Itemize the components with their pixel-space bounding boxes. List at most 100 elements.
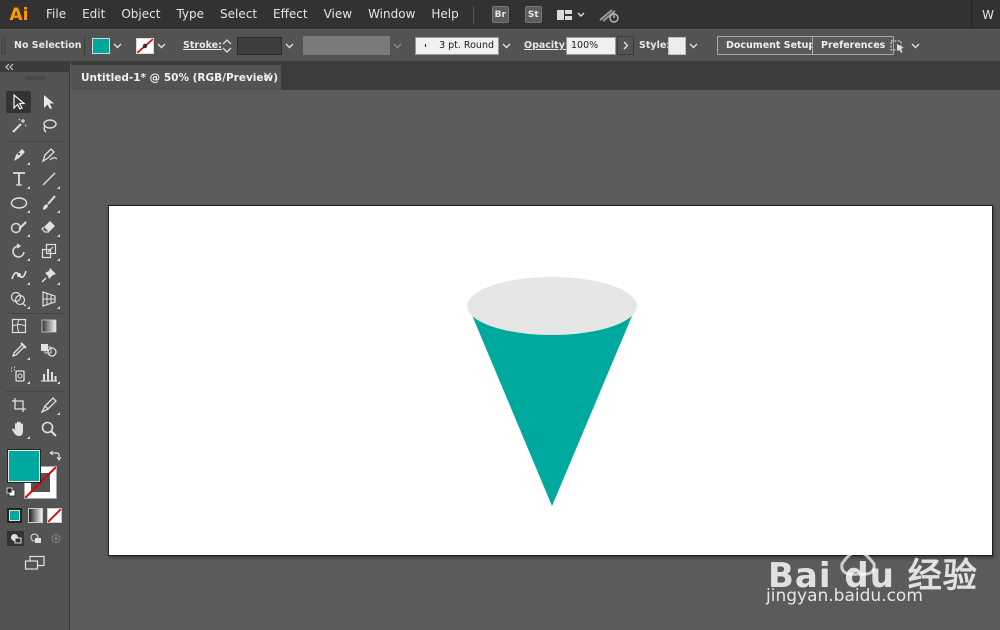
opacity-flyout-button[interactable] <box>617 36 634 55</box>
gradient-mode-button[interactable] <box>28 508 43 523</box>
blend-icon <box>40 344 57 357</box>
eraser-tool[interactable] <box>36 216 61 238</box>
control-grip[interactable] <box>0 30 8 61</box>
opacity-input[interactable]: 100% <box>566 36 616 55</box>
magic-wand-icon <box>11 118 26 133</box>
menu-type[interactable]: Type <box>168 0 212 29</box>
brush-definition-dropdown[interactable] <box>499 37 514 55</box>
variable-width-profile[interactable] <box>303 30 405 61</box>
scale-tool[interactable] <box>36 240 61 262</box>
perspective-grid-tool[interactable] <box>36 288 61 310</box>
direct-selection-arrow-icon <box>43 95 54 109</box>
curvature-tool[interactable] <box>36 144 61 166</box>
stock-button[interactable]: St <box>524 6 542 23</box>
artboard-tool[interactable] <box>6 394 31 416</box>
column-graph-tool[interactable] <box>36 363 61 385</box>
scale-icon <box>41 243 56 259</box>
draw-behind-button[interactable] <box>27 531 44 546</box>
menu-bar: Ai File Edit Object Type Select Effect V… <box>0 0 1000 29</box>
draw-inside-button[interactable] <box>47 531 64 546</box>
menu-select[interactable]: Select <box>212 0 265 29</box>
stroke-color-control[interactable] <box>136 30 169 61</box>
blend-tool[interactable] <box>36 339 61 361</box>
watermark: Bai du 经验 jingyan.baidu.com <box>764 518 1000 630</box>
chevron-down-icon <box>911 43 920 48</box>
draw-normal-button[interactable] <box>7 531 24 546</box>
menu-object[interactable]: Object <box>113 0 168 29</box>
bridge-button[interactable]: Br <box>491 6 509 23</box>
paintbrush-tool[interactable] <box>36 192 61 214</box>
menu-separator <box>472 5 474 24</box>
shape-builder-tool[interactable] <box>6 288 31 310</box>
hand-tool[interactable] <box>6 418 31 440</box>
fill-swatch[interactable] <box>92 37 110 54</box>
document-setup-button[interactable]: Document Setup <box>717 36 825 55</box>
document-tab[interactable]: Untitled-1* @ 50% (RGB/Preview) ✕ <box>71 65 281 90</box>
stroke-weight-dropdown[interactable] <box>282 37 297 55</box>
menu-help[interactable]: Help <box>423 0 466 29</box>
zoom-tool[interactable] <box>36 418 61 440</box>
magic-wand-tool[interactable] <box>6 115 31 137</box>
eyedropper-icon <box>11 342 27 358</box>
eyedropper-tool[interactable] <box>6 339 31 361</box>
ellipse-tool[interactable] <box>6 192 31 214</box>
selection-tool[interactable] <box>6 91 31 113</box>
isolate-dropdown[interactable] <box>908 37 923 55</box>
fill-dropdown[interactable] <box>110 37 125 55</box>
type-tool[interactable] <box>6 168 31 190</box>
menu-file[interactable]: File <box>38 0 74 29</box>
graphic-style-dropdown[interactable] <box>686 37 701 55</box>
arrange-documents-button[interactable] <box>556 8 586 22</box>
line-segment-tool[interactable] <box>36 168 61 190</box>
brush-definition-field[interactable]: 3 pt. Round <box>415 36 499 55</box>
shaper-tool[interactable] <box>6 216 31 238</box>
stroke-weight-input[interactable] <box>237 36 282 55</box>
screen-mode-button[interactable] <box>24 555 46 571</box>
isolate-selected-button[interactable] <box>888 30 923 61</box>
slice-tool[interactable] <box>36 394 61 416</box>
gradient-tool[interactable] <box>36 315 61 337</box>
cone-body[interactable] <box>469 308 632 506</box>
fill-color-control[interactable] <box>92 30 125 61</box>
menu-effect[interactable]: Effect <box>265 0 316 29</box>
stroke-swatch[interactable] <box>136 37 154 54</box>
chevron-right-icon <box>623 41 628 50</box>
shaper-icon <box>10 221 27 234</box>
brush-definition-control[interactable]: 3 pt. Round <box>415 30 514 61</box>
lasso-tool[interactable] <box>36 115 61 137</box>
menu-window[interactable]: Window <box>360 0 423 29</box>
tool-fill-swatch[interactable] <box>8 450 40 482</box>
puppet-warp-tool[interactable] <box>36 264 61 286</box>
tools-panel-header[interactable] <box>0 62 69 72</box>
stroke-dropdown[interactable] <box>154 37 169 55</box>
direct-selection-tool[interactable] <box>36 91 61 113</box>
gpu-performance-button[interactable] <box>598 7 620 23</box>
close-tab-icon[interactable]: ✕ <box>262 70 273 85</box>
curvature-pen-icon <box>41 148 57 163</box>
menu-edit[interactable]: Edit <box>74 0 113 29</box>
opacity-control[interactable]: 100% <box>566 30 634 61</box>
menu-view[interactable]: View <box>316 0 360 29</box>
mesh-tool[interactable] <box>6 315 31 337</box>
symbol-sprayer-tool[interactable] <box>6 363 31 385</box>
preferences-button[interactable]: Preferences <box>812 36 895 55</box>
rotate-tool[interactable] <box>6 240 31 262</box>
cone-top-ellipse[interactable] <box>467 277 637 335</box>
stroke-weight-stepper[interactable] <box>220 30 297 61</box>
default-fill-stroke-icon[interactable] <box>6 487 16 497</box>
graphic-style-control[interactable] <box>668 30 701 61</box>
artboard[interactable] <box>108 205 993 556</box>
tools-grip[interactable] <box>0 72 69 84</box>
none-mode-button[interactable] <box>47 508 62 523</box>
lasso-icon <box>42 119 57 133</box>
variable-width-field[interactable] <box>303 36 390 55</box>
workspace-switcher[interactable]: W <box>971 0 1000 29</box>
variable-width-dropdown[interactable] <box>390 37 405 55</box>
graphic-style-swatch[interactable] <box>668 36 686 55</box>
width-tool[interactable] <box>6 264 31 286</box>
swap-fill-stroke-icon[interactable] <box>49 450 61 462</box>
pen-tool[interactable] <box>6 144 31 166</box>
color-mode-button[interactable] <box>7 508 22 523</box>
type-t-icon <box>12 172 25 186</box>
control-separator <box>84 36 85 56</box>
